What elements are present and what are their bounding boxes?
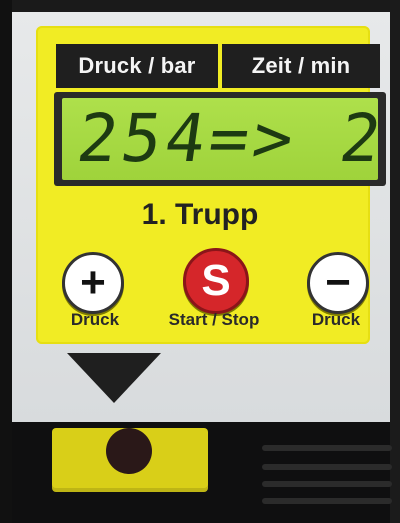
header-time: Zeit / min [222, 44, 380, 88]
top-strip [0, 0, 400, 12]
plus-label: Druck [70, 310, 120, 329]
vent-slot [262, 464, 392, 470]
left-edge [0, 0, 12, 523]
unit-title: 1. Trupp [141, 198, 259, 231]
plus-icon: + [80, 258, 106, 307]
increase-pressure-button[interactable]: + [62, 252, 124, 314]
vent-slot [262, 498, 392, 504]
header-pressure: Druck / bar [56, 44, 218, 88]
lcd-readout: 254=> 26 [72, 100, 378, 177]
socket-hole [106, 428, 152, 474]
right-edge [390, 0, 400, 523]
vent-slot [262, 445, 392, 451]
start-stop-label: Start / Stop [168, 310, 260, 329]
vent-slot [262, 481, 392, 487]
start-icon: S [201, 256, 231, 305]
decrease-pressure-button[interactable]: − [307, 252, 369, 314]
start-stop-button[interactable]: S [183, 248, 249, 314]
minus-label: Druck [311, 310, 361, 329]
minus-icon: − [325, 258, 351, 307]
lcd-display: 254=> 26 [62, 98, 378, 180]
down-triangle-icon [67, 353, 161, 403]
